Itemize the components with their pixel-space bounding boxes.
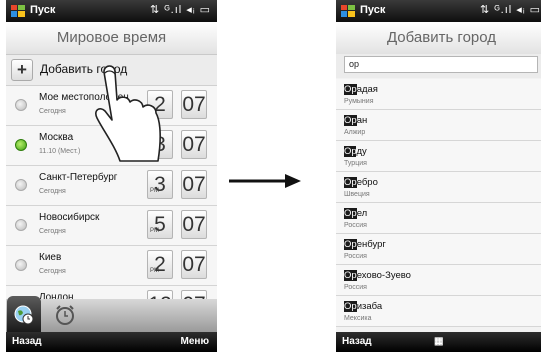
match-highlight: Ор (344, 208, 357, 219)
keyboard-icon[interactable]: ▦ (434, 336, 443, 347)
city-name: Новосибирск (39, 212, 100, 223)
start-menu-label[interactable]: Пуск (360, 4, 385, 16)
select-radio[interactable] (15, 219, 27, 231)
result-city-name: Оребро (344, 177, 378, 188)
page-title: Добавить город (336, 22, 541, 55)
result-country: Турция (344, 160, 367, 167)
city-result-item[interactable]: Оребро Швеция (336, 172, 541, 203)
add-city-button[interactable]: + (11, 59, 33, 81)
result-city-name: Орехово-Зуево (344, 270, 411, 281)
clock-row[interactable]: Новосибирск Сегодня PM 5 07 (6, 206, 217, 246)
hour-value: 2 (154, 253, 166, 276)
match-highlight: Ор (344, 115, 357, 126)
minute-value: 07 (182, 213, 206, 236)
result-city-name: Орадая (344, 84, 378, 95)
match-highlight: Ор (344, 177, 357, 188)
hour-tile: PM 2 (147, 250, 173, 279)
tap-hand-icon (95, 65, 161, 162)
city-result-item[interactable]: Оренбург Россия (336, 234, 541, 265)
result-city-rest: ебро (356, 177, 378, 188)
select-radio[interactable] (15, 259, 27, 271)
city-name: Санкт-Петербург (39, 172, 118, 183)
city-result-item[interactable]: Орадая Румыния (336, 79, 541, 110)
status-icons[interactable]: ⇅ ᴳ.ıl ◂ᵢ ▭ (480, 3, 541, 16)
minute-value: 07 (182, 173, 206, 196)
result-country: Алжир (344, 129, 366, 136)
add-city-screen: Пуск ⇅ ᴳ.ıl ◂ᵢ ▭ Добавить город ор Орада… (336, 0, 541, 352)
page-title: Мировое время (6, 22, 217, 55)
hour-value: 3 (154, 173, 166, 196)
windows-logo-icon[interactable] (341, 5, 355, 17)
clock-row[interactable]: Санкт-Петербург Сегодня PM 3 07 (6, 166, 217, 206)
city-result-item[interactable]: Орду Турция (336, 141, 541, 172)
status-icons[interactable]: ⇅ ᴳ.ıl ◂ᵢ ▭ (150, 3, 211, 16)
city-date: Сегодня (39, 268, 66, 275)
result-city-rest: ду (356, 146, 367, 157)
result-country: Мексика (344, 315, 372, 322)
city-result-item[interactable]: Орехово-Зуево Россия (336, 265, 541, 296)
result-city-rest: енбург (356, 239, 386, 250)
result-country: Швеция (344, 191, 370, 198)
result-city-name: Оран (344, 115, 367, 126)
result-city-rest: изаба (356, 301, 383, 312)
city-result-item[interactable]: Оризаба Мексика (336, 296, 541, 327)
match-highlight: Ор (344, 84, 357, 95)
start-menu-label[interactable]: Пуск (30, 4, 55, 16)
softkey-bar: Назад ▦ (336, 332, 541, 352)
status-bar: Пуск ⇅ ᴳ.ıl ◂ᵢ ▭ (6, 0, 217, 22)
select-radio[interactable] (15, 179, 27, 191)
result-city-name: Оренбург (344, 239, 386, 250)
city-date: Сегодня (39, 228, 66, 235)
hour-tile: PM 5 (147, 210, 173, 239)
result-city-name: Орел (344, 208, 367, 219)
result-city-rest: ан (356, 115, 368, 126)
alarm-clock-icon[interactable] (54, 304, 76, 326)
back-softkey[interactable]: Назад (342, 336, 372, 347)
result-country: Россия (344, 222, 367, 229)
world-clock-icon (14, 305, 34, 325)
back-softkey[interactable]: Назад (12, 336, 42, 347)
city-date: Сегодня (39, 188, 66, 195)
result-city-rest: ехово-Зуево (356, 270, 411, 281)
match-highlight: Ор (344, 270, 357, 281)
minute-value: 07 (182, 253, 206, 276)
hour-tile: PM3 (147, 170, 173, 199)
softkey-bar: Назад Меню (6, 332, 217, 352)
select-radio[interactable] (15, 139, 27, 151)
result-city-name: Орду (344, 146, 367, 157)
hour-value: 5 (154, 213, 166, 236)
city-date: Сегодня (39, 108, 66, 115)
right-arrow-icon (229, 174, 301, 188)
city-name: Киев (39, 252, 62, 263)
result-country: Румыния (344, 98, 374, 105)
city-result-item[interactable]: Орел Россия (336, 203, 541, 234)
status-bar: Пуск ⇅ ᴳ.ıl ◂ᵢ ▭ (336, 0, 541, 22)
clock-row[interactable]: Киев Сегодня PM 2 07 (6, 246, 217, 286)
match-highlight: Ор (344, 239, 357, 250)
minute-tile: 07 (181, 250, 207, 279)
minute-tile: 07 (181, 210, 207, 239)
city-date: 11.10 (Мест.) (39, 148, 81, 155)
result-city-rest: адая (356, 84, 378, 95)
match-highlight: Ор (344, 146, 357, 157)
menu-softkey[interactable]: Меню (181, 336, 209, 347)
select-radio[interactable] (15, 99, 27, 111)
windows-logo-icon[interactable] (11, 5, 25, 17)
result-country: Россия (344, 284, 367, 291)
result-city-name: Оризаба (344, 301, 382, 312)
result-country: Россия (344, 253, 367, 260)
minute-tile: 07 (181, 170, 207, 199)
city-search-input[interactable]: ор (344, 56, 538, 73)
result-city-rest: ел (356, 208, 368, 219)
tab-world-clock[interactable] (7, 296, 41, 332)
world-clock-screen: Пуск ⇅ ᴳ.ıl ◂ᵢ ▭ Мировое время + Добавит… (6, 0, 217, 352)
match-highlight: Ор (344, 301, 357, 312)
city-result-item[interactable]: Оран Алжир (336, 110, 541, 141)
